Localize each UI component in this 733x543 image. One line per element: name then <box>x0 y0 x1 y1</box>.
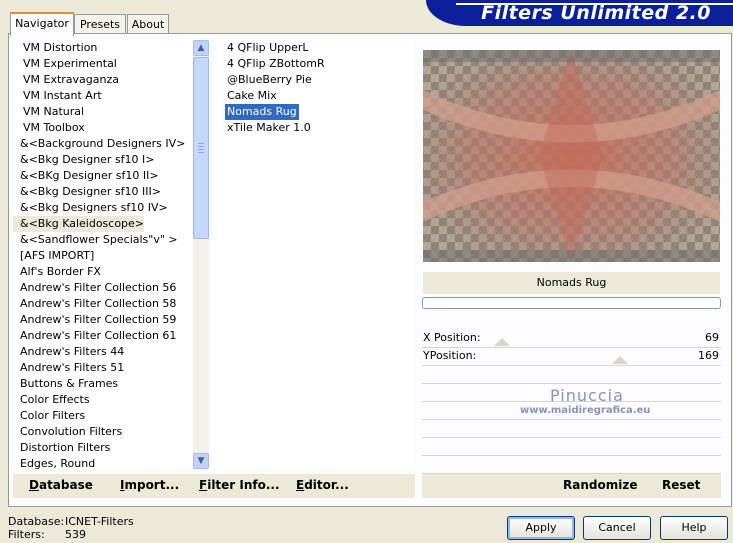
category-item[interactable]: VM Extravaganza <box>13 72 119 88</box>
category-item[interactable]: Andrew's Filter Collection 56 <box>13 280 176 296</box>
progress-bar <box>422 297 721 309</box>
scroll-down-button[interactable]: ▼ <box>193 453 209 469</box>
tab-presets[interactable]: Presets <box>74 14 126 34</box>
watermark-url: www.maidiregrafica.eu <box>520 405 651 416</box>
tab-navigator[interactable]: Navigator <box>10 12 74 36</box>
x-slider-thumb[interactable] <box>494 338 510 346</box>
app-title: Filters Unlimited 2.0 <box>481 2 711 24</box>
reset-button[interactable]: Reset <box>662 478 700 492</box>
category-item[interactable]: Buttons & Frames <box>13 376 118 392</box>
filter-item[interactable]: 4 QFlip UpperL <box>227 40 309 56</box>
filter-item[interactable]: 4 QFlip ZBottomR <box>227 56 325 72</box>
filter-item[interactable]: Cake Mix <box>227 88 277 104</box>
category-item[interactable]: &<Bkg Kaleidoscope> <box>13 216 145 232</box>
watermark-text: Pinuccia <box>550 386 624 405</box>
title-banner: Filters Unlimited 2.0 <box>426 0 733 26</box>
x-position-label: X Position: <box>423 331 481 344</box>
category-item[interactable]: &<Bkg Designer sf10 III> <box>13 184 161 200</box>
category-item[interactable]: Color Filters <box>13 408 85 424</box>
database-button[interactable]: Database <box>29 478 93 492</box>
category-item[interactable]: Andrew's Filter Collection 61 <box>13 328 176 344</box>
filter-name-label: Nomads Rug <box>423 272 720 294</box>
category-item[interactable]: Alf's Border FX <box>13 264 101 280</box>
y-position-slider[interactable]: YPosition: 169 <box>422 348 721 366</box>
help-button[interactable]: Help <box>660 516 728 540</box>
category-scrollbar[interactable]: ▲ ▼ <box>193 40 209 469</box>
category-item[interactable]: &<Sandflower Specials"v" > <box>13 232 178 248</box>
category-item[interactable]: Color Effects <box>13 392 90 408</box>
tab-about[interactable]: About <box>127 14 169 34</box>
scroll-thumb[interactable] <box>193 57 209 239</box>
category-item[interactable]: &<Background Designers IV> <box>13 136 185 152</box>
category-item[interactable]: VM Experimental <box>13 56 117 72</box>
category-item[interactable]: Andrew's Filter Collection 58 <box>13 296 176 312</box>
category-item[interactable]: &<BKg Designer sf10 II> <box>13 168 159 184</box>
y-position-value: 169 <box>698 349 719 362</box>
category-item[interactable]: Andrew's Filters 44 <box>13 344 124 360</box>
filters-count-value: 539 <box>65 528 86 541</box>
randomize-button[interactable]: Randomize <box>563 478 637 492</box>
category-item[interactable]: Andrew's Filter Collection 59 <box>13 312 176 328</box>
category-item[interactable]: Andrew's Filters 51 <box>13 360 124 376</box>
category-item[interactable]: Convolution Filters <box>13 424 122 440</box>
database-value: ICNET-Filters <box>65 515 134 528</box>
filters-count-label: Filters: <box>8 528 45 541</box>
filter-item[interactable]: Nomads Rug <box>225 104 299 120</box>
category-item[interactable]: &<Bkg Designer sf10 I> <box>13 152 155 168</box>
y-slider-thumb[interactable] <box>612 356 628 364</box>
apply-button[interactable]: Apply <box>507 516 575 540</box>
category-item[interactable]: Distortion Filters <box>13 440 110 456</box>
filter-item[interactable]: @BlueBerry Pie <box>227 72 312 88</box>
y-position-label: YPosition: <box>423 349 477 362</box>
filter-info-button[interactable]: Filter Info... <box>199 478 280 492</box>
category-item[interactable]: VM Toolbox <box>13 120 85 136</box>
category-item[interactable]: VM Instant Art <box>13 88 102 104</box>
category-list[interactable]: VM Distortion VM Experimental VM Extravaga… <box>13 40 193 469</box>
x-position-value: 69 <box>705 331 719 344</box>
database-label: Database: <box>8 515 65 528</box>
cancel-button[interactable]: Cancel <box>583 516 651 540</box>
category-item[interactable]: VM Natural <box>13 104 84 120</box>
category-item[interactable]: [AFS IMPORT] <box>13 248 94 264</box>
editor-button[interactable]: Editor... <box>296 478 349 492</box>
x-position-slider[interactable]: X Position: 69 <box>422 330 721 348</box>
filter-item[interactable]: xTile Maker 1.0 <box>227 120 311 136</box>
category-item[interactable]: &<Bkg Designers sf10 IV> <box>13 200 168 216</box>
filter-list[interactable]: 4 QFlip UpperL 4 QFlip ZBottomR @BlueBerry… <box>215 40 415 469</box>
preview-image <box>423 50 720 262</box>
import-button[interactable]: Import... <box>120 478 179 492</box>
category-item[interactable]: Edges, Round <box>13 456 95 469</box>
scroll-up-button[interactable]: ▲ <box>193 40 209 56</box>
category-item[interactable]: VM Distortion <box>13 40 97 56</box>
